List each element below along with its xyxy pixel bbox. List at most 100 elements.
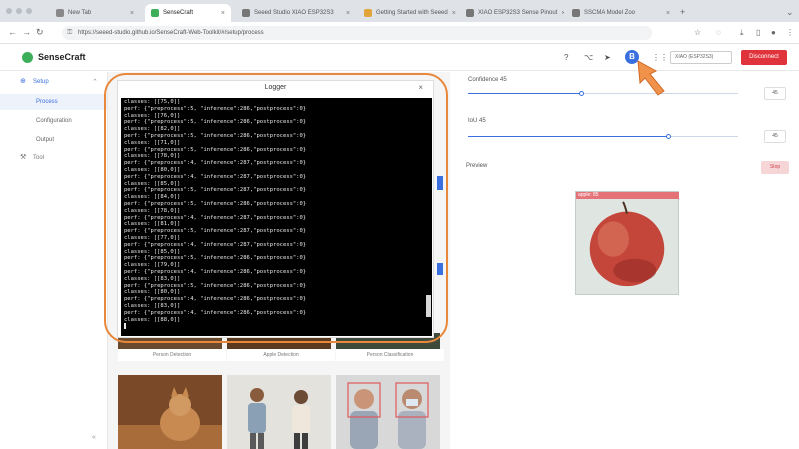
brand-name: SenseCraft bbox=[38, 52, 86, 62]
log-line: perf: {"preprocess":5, "inference":286,"… bbox=[124, 146, 307, 153]
log-line: perf: {"preprocess":5, "inference":287,"… bbox=[124, 187, 307, 194]
tab-title: XIAO ESP32S3 Sense Pinout bbox=[478, 10, 558, 16]
send-icon[interactable]: ➤ bbox=[604, 53, 611, 62]
collapse-sidebar-icon[interactable]: « bbox=[92, 434, 96, 441]
terminal-scrollbar[interactable] bbox=[426, 295, 431, 317]
sidebar-tool-icon: ⚒ bbox=[20, 154, 27, 161]
browser-tab[interactable]: Getting Started with Seeed × bbox=[358, 4, 458, 22]
browser-tab[interactable]: Seeed Studio XIAO ESP32S3 × bbox=[236, 4, 356, 22]
help-icon[interactable]: ? bbox=[564, 53, 568, 62]
profile-icon[interactable]: ● bbox=[771, 28, 776, 37]
stop-button[interactable]: Stop bbox=[761, 161, 789, 174]
confidence-slider-handle[interactable] bbox=[579, 91, 584, 96]
tab-close-icon[interactable]: × bbox=[221, 10, 225, 17]
chevron-up-icon[interactable]: ⌃ bbox=[92, 78, 98, 86]
tab-search-icon[interactable]: ⌄ bbox=[786, 8, 794, 17]
log-line: perf: {"preprocess":4, "inference":287,"… bbox=[124, 160, 307, 167]
window-minimize-dot[interactable] bbox=[16, 8, 22, 14]
log-line: classes: [[83,0]] bbox=[124, 302, 181, 309]
close-icon[interactable]: × bbox=[418, 83, 423, 92]
extension-icon[interactable]: ◌ bbox=[716, 28, 721, 37]
sidebar-item-process[interactable]: Process bbox=[0, 94, 107, 110]
logger-dialog: Logger × classes: [[75,0]] perf: {"prepro… bbox=[117, 80, 434, 338]
log-line: perf: {"preprocess":4, "inference":287,"… bbox=[124, 214, 307, 221]
device-select[interactable]: XIAO (ESP32S3) bbox=[670, 51, 732, 64]
reload-icon[interactable]: ↻ bbox=[36, 28, 44, 37]
new-tab-icon[interactable]: + bbox=[680, 8, 685, 17]
iou-input[interactable]: 45 bbox=[764, 130, 786, 143]
log-line: perf: {"preprocess":4, "inference":286,"… bbox=[124, 309, 307, 316]
menu-icon[interactable]: ⋮ bbox=[786, 28, 794, 37]
sidebar-item-output[interactable]: Output bbox=[0, 132, 107, 148]
log-line: perf: {"preprocess":5, "inference":286,"… bbox=[124, 200, 307, 207]
window-zoom-dot[interactable] bbox=[26, 8, 32, 14]
terminal-cursor bbox=[124, 323, 429, 332]
iou-slider-fill bbox=[468, 136, 668, 137]
tab-title: SSCMA Model Zoo bbox=[584, 10, 636, 16]
sidepanel-icon[interactable]: ▯ bbox=[756, 28, 760, 37]
model-card-title[interactable]: Apple Detection bbox=[227, 349, 335, 361]
sidebar-group-setup[interactable]: Setup bbox=[33, 77, 49, 87]
log-line: perf: {"preprocess":5, "inference":286,"… bbox=[124, 282, 307, 289]
tab-close-icon[interactable]: × bbox=[346, 10, 350, 17]
log-line: classes: [[78,0]] bbox=[124, 153, 181, 160]
tab-favicon-icon bbox=[56, 9, 64, 17]
model-card-title[interactable]: Person Classification bbox=[336, 349, 444, 361]
log-line: classes: [[71,0]] bbox=[124, 139, 181, 146]
tab-close-icon[interactable]: × bbox=[561, 10, 564, 17]
browser-tab-active[interactable]: SenseCraft × bbox=[145, 4, 231, 22]
bookmark-star-icon[interactable]: ☆ bbox=[694, 28, 701, 37]
sidebar-group-tool[interactable]: Tool bbox=[33, 153, 44, 163]
forward-icon[interactable]: → bbox=[22, 28, 31, 37]
log-line: perf: {"preprocess":4, "inference":286,"… bbox=[124, 296, 307, 303]
log-line: classes: [[80,0]] bbox=[124, 289, 181, 296]
tab-favicon-icon bbox=[364, 9, 372, 17]
log-line: classes: [[82,0]] bbox=[124, 126, 181, 133]
iou-label: IoU 45 bbox=[468, 118, 486, 124]
confidence-input[interactable]: 45 bbox=[764, 87, 786, 100]
log-line: perf: {"preprocess":5, "inference":286,"… bbox=[124, 105, 307, 112]
mask-thumbnail[interactable] bbox=[336, 375, 440, 449]
tab-title: Getting Started with Seeed bbox=[376, 10, 448, 16]
url-text: https://seeed-studio.github.io/SenseCraf… bbox=[78, 30, 264, 36]
tab-close-icon[interactable]: × bbox=[452, 10, 456, 17]
tab-favicon-icon bbox=[242, 9, 250, 17]
tab-close-icon[interactable]: × bbox=[666, 10, 670, 17]
app-header: SenseCraft ? ⌥ ➤ B ⋮⋮ XIAO (ESP32S3) Dis… bbox=[0, 44, 799, 71]
preview-image bbox=[575, 191, 679, 295]
log-line: perf: {"preprocess":4, "inference":287,"… bbox=[124, 241, 307, 248]
log-line: perf: {"preprocess":5, "inference":286,"… bbox=[124, 119, 307, 126]
logger-terminal[interactable]: classes: [[75,0]] perf: {"preprocess":5, … bbox=[121, 98, 432, 336]
browser-tab-bar: New Tab × SenseCraft × Seeed Studio XIAO… bbox=[0, 0, 799, 22]
iou-slider-handle[interactable] bbox=[666, 134, 671, 139]
model-card-title[interactable]: Person Detection bbox=[118, 349, 226, 361]
lock-icon: ⚿ bbox=[67, 29, 73, 36]
confidence-label: Confidence 45 bbox=[468, 77, 507, 83]
browser-tab[interactable]: SSCMA Model Zoo × bbox=[566, 4, 676, 22]
confidence-slider-fill bbox=[468, 93, 581, 94]
tab-favicon-icon bbox=[151, 9, 159, 17]
people-thumbnail[interactable] bbox=[227, 375, 331, 449]
gallery-scroll-marker bbox=[437, 263, 443, 275]
github-icon[interactable]: ⌥ bbox=[584, 53, 593, 62]
log-line: perf: {"preprocess":5, "inference":286,"… bbox=[124, 132, 307, 139]
log-line: classes: [[84,0]] bbox=[124, 194, 181, 201]
window-close-dot[interactable] bbox=[6, 8, 12, 14]
cat-thumbnail[interactable] bbox=[118, 375, 222, 449]
log-line: classes: [[78,0]] bbox=[124, 207, 181, 214]
url-field[interactable]: ⚿ https://seeed-studio.github.io/SenseCr… bbox=[62, 26, 652, 40]
sidebar-item-configuration[interactable]: Configuration bbox=[0, 113, 107, 129]
download-icon[interactable]: ⤓ bbox=[740, 28, 744, 37]
browser-tab[interactable]: XIAO ESP32S3 Sense Pinout × bbox=[460, 4, 564, 22]
tab-close-icon[interactable]: × bbox=[130, 10, 134, 17]
log-line: classes: [[77,0]] bbox=[124, 234, 181, 241]
logger-title: Logger bbox=[264, 84, 287, 91]
tab-favicon-icon bbox=[466, 9, 474, 17]
browser-address-bar: ← → ↻ ⚿ https://seeed-studio.github.io/S… bbox=[0, 22, 799, 44]
detection-label: apple: 85 bbox=[578, 192, 599, 198]
log-line: perf: {"preprocess":5, "inference":286,"… bbox=[124, 255, 307, 262]
preview-label: Preview bbox=[466, 163, 488, 169]
back-icon[interactable]: ← bbox=[8, 28, 17, 37]
browser-tab[interactable]: New Tab × bbox=[50, 4, 140, 22]
disconnect-button[interactable]: Disconnect bbox=[741, 50, 787, 65]
